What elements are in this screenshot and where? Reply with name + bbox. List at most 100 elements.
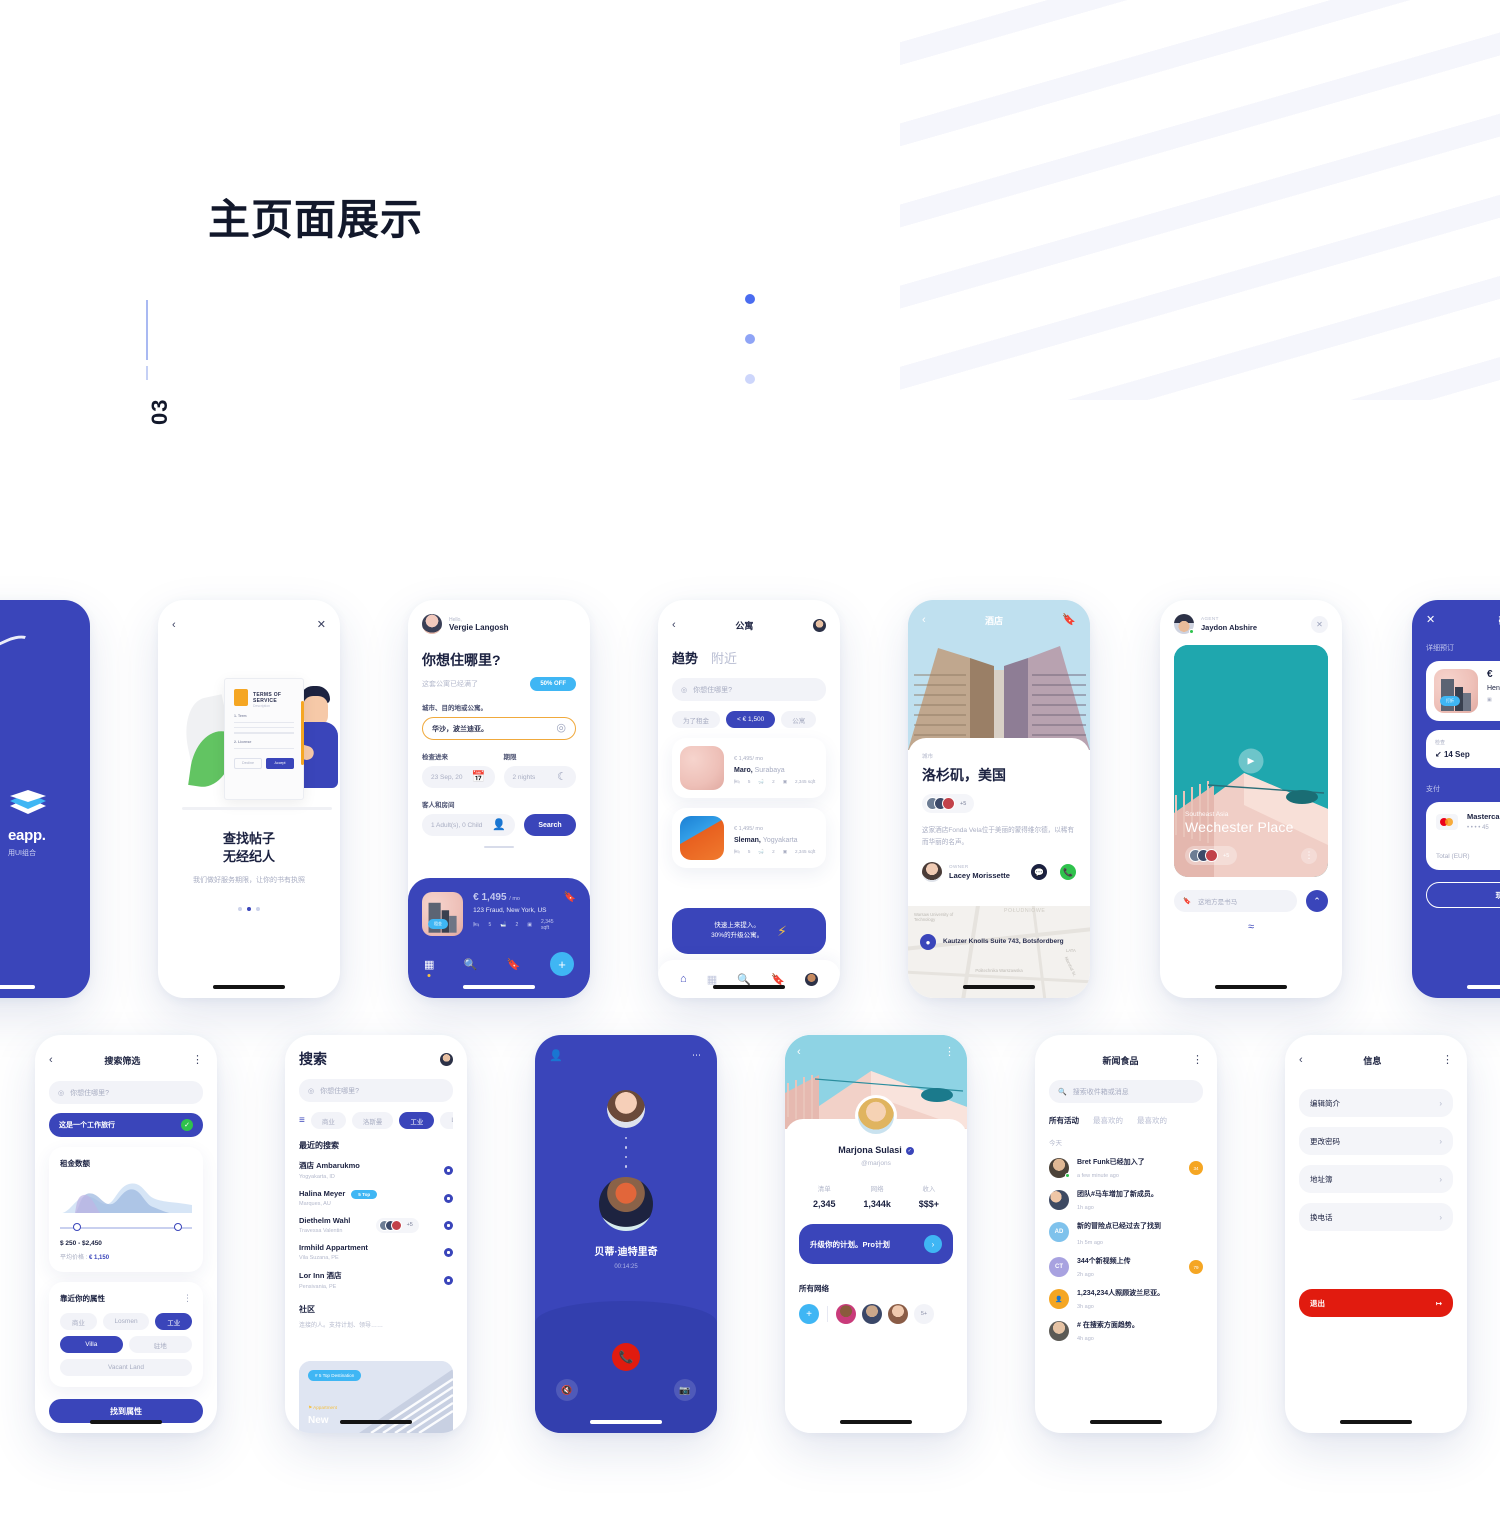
close-icon[interactable]: ✕ — [1426, 615, 1435, 626]
kebab-icon[interactable]: ⋮ — [1192, 1054, 1203, 1066]
bookmark-icon[interactable]: 🔖 — [564, 892, 576, 936]
apartment-list-item[interactable]: € 1,495/ mo Sleman, Yogyakarta 🛏 5 🛁 2 ▣ 2,… — [672, 808, 826, 868]
location-pin-icon[interactable]: ◎ — [556, 723, 566, 734]
bookmark-icon[interactable]: 🔖 — [1062, 615, 1076, 626]
chip-losmen[interactable]: Losmen — [102, 1313, 150, 1330]
settings-row-change-phone[interactable]: 换电话 › — [1299, 1203, 1453, 1231]
tab-search-icon[interactable]: 🔍 — [464, 958, 478, 971]
chip-more[interactable]: Lo — [440, 1112, 453, 1129]
media-avatars[interactable]: +5 — [1185, 846, 1238, 865]
price-slider[interactable] — [60, 1223, 192, 1233]
map-address-row[interactable]: ● Kautzer Knolls Suite 743, Botsfordberg — [920, 934, 1064, 950]
feed-item[interactable]: # 在搜索方面趋势。 4h ago — [1049, 1320, 1203, 1342]
tab-grid-icon[interactable]: ▦ — [707, 973, 717, 986]
tab-home-icon[interactable]: ⌂ — [680, 973, 687, 985]
chip-industrial[interactable]: 工业 — [399, 1112, 435, 1129]
featured-property-card[interactable]: 租金 € 1,495 / mo 123 Fraud, New York, US … — [408, 878, 590, 998]
onboarding-pagination[interactable] — [172, 907, 326, 912]
tab-bookmark-icon[interactable]: 🔖 — [771, 973, 785, 986]
upgrade-plan-card[interactable]: 升级你的计划。Pro计划 › — [799, 1224, 953, 1264]
slider-knob-max[interactable] — [173, 1223, 182, 1231]
recent-search-item[interactable]: Lor Inn 酒店 Pensivania, PE — [299, 1270, 453, 1290]
chevron-left-icon[interactable]: ‹ — [49, 1054, 53, 1066]
chip-commercial[interactable]: 商业 — [60, 1313, 97, 1330]
sliders-icon[interactable]: ≡ — [299, 1115, 305, 1126]
tab-trending[interactable]: 趋势 — [672, 648, 698, 667]
chevron-left-icon[interactable]: ‹ — [922, 615, 926, 626]
recent-search-item[interactable]: Halina Meyer 5 Top Marques, AU — [299, 1189, 453, 1207]
add-fab-button[interactable]: + — [549, 952, 574, 976]
close-icon[interactable]: ✕ — [317, 619, 326, 631]
avatar[interactable] — [862, 1304, 882, 1324]
add-network-button[interactable]: + — [799, 1304, 819, 1324]
chevron-left-icon[interactable]: ‹ — [797, 1047, 801, 1058]
guest-avatars[interactable]: +5 — [922, 794, 975, 813]
checkin-field[interactable]: 23 Sep, 20 📅 — [422, 766, 495, 788]
nights-field[interactable]: 2 nights ☾ — [503, 766, 576, 788]
feed-item[interactable]: 👤 1,234,234人照顾波兰尼亚。 3h ago — [1049, 1289, 1203, 1310]
avatar[interactable] — [836, 1304, 856, 1324]
chip-vacant-land[interactable]: Vacant Land — [60, 1359, 192, 1376]
avatar[interactable] — [440, 1052, 453, 1066]
calendar-icon[interactable]: 📅 — [472, 771, 486, 783]
moon-icon[interactable]: ☾ — [557, 771, 567, 783]
feed-item[interactable]: AD 新的冒险点已经过去了找到 1h 5m ago — [1049, 1221, 1203, 1246]
chevron-left-icon[interactable]: ‹ — [1299, 1054, 1303, 1066]
avatar[interactable] — [1174, 614, 1194, 634]
chevron-left-icon[interactable]: ‹ — [672, 619, 676, 631]
sheet-grabber[interactable] — [484, 846, 514, 848]
guests-field[interactable]: 1 Adult(s), 0 Child 👤 — [422, 814, 515, 836]
close-icon[interactable]: ✕ — [1311, 615, 1328, 633]
kebab-horizontal-icon[interactable]: ⋯ — [692, 1050, 703, 1061]
recent-search-item[interactable]: 酒店 Ambarukmo Yogyakarta, ID — [299, 1160, 453, 1180]
open-icon[interactable] — [444, 1220, 453, 1230]
avatar[interactable] — [422, 614, 442, 634]
phone-icon[interactable]: 📞 — [1060, 864, 1076, 881]
slider-knob-min[interactable] — [73, 1223, 82, 1231]
apartment-list-item[interactable]: € 1,495/ mo Maro, Surabaya 🛏 5 🛁 2 ▣ 2,345 … — [672, 738, 826, 798]
chip-apartment[interactable]: 公寓 — [781, 711, 817, 728]
settings-row-change-password[interactable]: 更改密码 › — [1299, 1127, 1453, 1155]
page-dot-2[interactable] — [247, 907, 251, 912]
tab-nearby[interactable]: 附近 — [711, 648, 737, 667]
kebab-icon[interactable]: ⋮ — [1301, 847, 1317, 864]
mute-button[interactable]: 🔇 — [556, 1379, 578, 1401]
network-more[interactable]: 5+ — [914, 1304, 934, 1324]
city-input[interactable]: 华沙，波兰迪亚。 ◎ — [422, 717, 576, 740]
accept-button[interactable]: Accept — [266, 757, 294, 769]
search-input[interactable]: 🔍 搜索收件箱或消息 — [1049, 1080, 1203, 1103]
settings-row-edit-profile[interactable]: 编辑简介 › — [1299, 1089, 1453, 1117]
open-icon[interactable] — [444, 1247, 453, 1257]
chip-for-rent[interactable]: 为了租金 — [672, 711, 720, 728]
payment-card[interactable]: Mastercard • • • • 45 Total (EUR) — [1426, 802, 1500, 870]
chip-villa[interactable]: Villa — [60, 1336, 123, 1353]
agent-media-card[interactable]: ▶ Southeast Asia Wechester Place +5 ⋮ — [1174, 645, 1328, 877]
add-person-icon[interactable]: 👤 — [549, 1049, 563, 1062]
feed-item[interactable]: CT 344个新视频上传 2h ago 79 — [1049, 1257, 1203, 1278]
recent-search-item[interactable]: Diethelm Wahl Travessa Valentin +5 — [299, 1216, 453, 1234]
work-trip-toggle[interactable]: 这是一个工作旅行 ✓ — [49, 1113, 203, 1137]
tab-favorites-1[interactable]: 最喜欢的 — [1093, 1115, 1123, 1126]
settings-row-address-book[interactable]: 地址簿 › — [1299, 1165, 1453, 1193]
search-input[interactable]: ◎ 你想住哪里? — [299, 1079, 453, 1102]
chip-commercial[interactable]: 商业 — [310, 1112, 346, 1129]
open-icon[interactable] — [444, 1165, 453, 1175]
item-avatars[interactable]: +5 — [375, 1217, 419, 1233]
chip-residence[interactable]: 驻地 — [128, 1336, 193, 1353]
send-button[interactable]: ⌃ — [1306, 890, 1328, 912]
chevron-right-icon[interactable]: › — [924, 1235, 942, 1253]
search-input[interactable]: ◎ 你想住哪里? — [672, 678, 826, 701]
tab-favorites-2[interactable]: 最喜欢的 — [1137, 1115, 1167, 1126]
page-dot-1[interactable] — [238, 907, 242, 912]
tab-bookmark-icon[interactable]: 🔖 — [507, 958, 521, 971]
bookmark-input[interactable]: 🔖 这地方是书马 — [1174, 890, 1297, 912]
avatar[interactable] — [922, 862, 942, 883]
avatar[interactable] — [813, 618, 826, 632]
play-icon[interactable]: ▶ — [1238, 748, 1264, 774]
kebab-icon[interactable]: ⋮ — [183, 1294, 192, 1303]
avatar[interactable] — [888, 1304, 908, 1324]
video-toggle-button[interactable]: 📷 — [674, 1379, 696, 1401]
open-icon[interactable] — [444, 1193, 453, 1203]
tab-search-icon[interactable]: 🔍 — [737, 973, 751, 986]
recent-search-item[interactable]: Irmhild Appartment Vila Suzana, PE — [299, 1243, 453, 1261]
